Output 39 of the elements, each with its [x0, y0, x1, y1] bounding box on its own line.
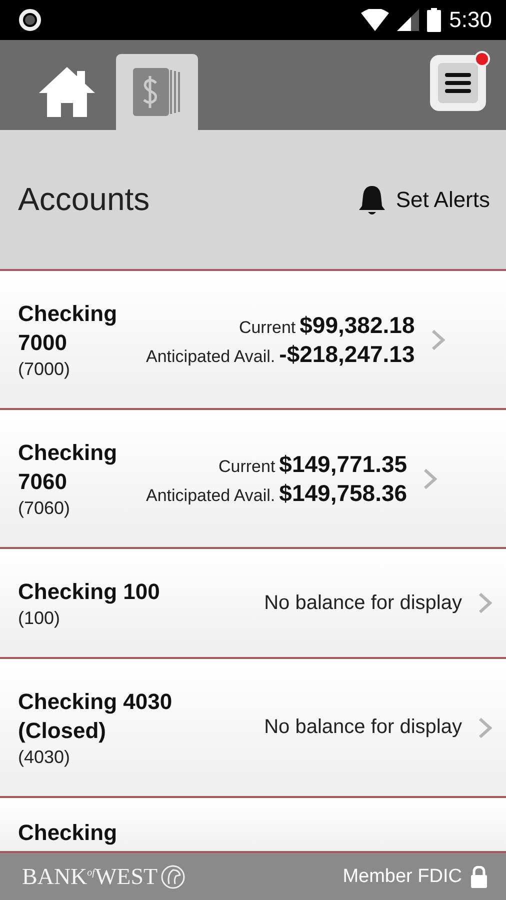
page-title: Accounts — [18, 181, 151, 218]
fdic-label: Member FDIC — [342, 866, 462, 888]
clock-time: 5:30 — [449, 7, 492, 33]
balance-amount: $149,758.36 — [279, 480, 408, 506]
account-number: (4030) — [18, 747, 72, 768]
battery-icon — [427, 8, 442, 32]
lock-icon — [470, 866, 488, 888]
bell-icon — [358, 184, 386, 216]
balance-label: Current — [218, 456, 276, 476]
horse-emblem-icon — [160, 864, 186, 890]
balance-label: Anticipated Avail. — [146, 486, 276, 506]
signal-icon — [397, 9, 420, 31]
account-number: (7000) — [18, 359, 72, 380]
balance-label: Current — [238, 318, 296, 338]
account-name: Checking 4030 (Closed) — [18, 688, 174, 745]
chevron-right-icon — [430, 328, 445, 350]
bank-logo: BANK$^{of}$WEST — [22, 864, 158, 890]
set-alerts-button[interactable]: Set Alerts — [358, 184, 490, 216]
account-name: Checking — [18, 819, 118, 847]
account-name: Checking 7060 — [18, 439, 118, 496]
money-icon — [131, 66, 183, 118]
accounts-tab[interactable] — [116, 54, 198, 130]
balance-amount: $149,771.35 — [279, 450, 408, 478]
account-name: Checking 7000 — [18, 300, 118, 357]
balance-amount: -$218,247.13 — [279, 340, 415, 368]
balance-message: No balance for display — [264, 716, 462, 739]
record-icon — [18, 8, 42, 32]
balance-amount: $99,382.18 — [300, 312, 415, 338]
chevron-right-icon — [423, 468, 438, 490]
balance-label: Anticipated Avail. — [146, 346, 276, 366]
home-icon — [37, 65, 97, 119]
wifi-icon — [361, 9, 390, 31]
account-number: (7060) — [18, 498, 72, 519]
account-number: (100) — [18, 608, 62, 629]
balance-message: No balance for display — [264, 592, 462, 614]
account-name: Checking 100 — [18, 578, 161, 606]
chevron-right-icon — [478, 592, 492, 614]
chevron-right-icon — [478, 716, 492, 738]
menu-icon — [445, 72, 471, 94]
